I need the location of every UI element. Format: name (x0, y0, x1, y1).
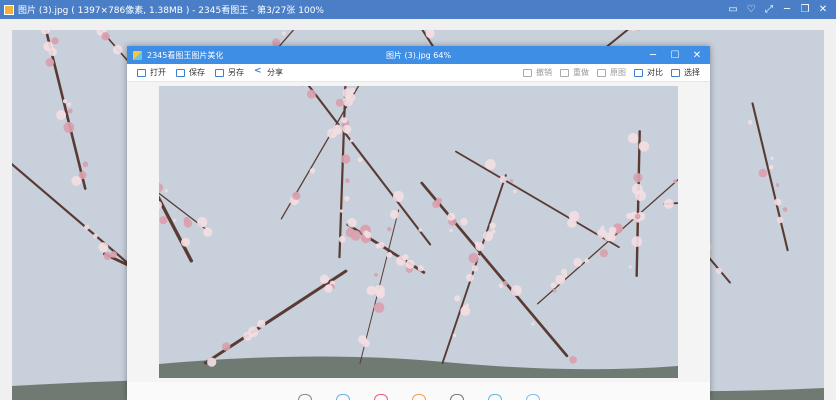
image-icon (597, 68, 606, 77)
open-button[interactable]: 打开 (137, 67, 166, 78)
filter-icon[interactable] (373, 394, 388, 400)
save-as-button[interactable]: 另存 (215, 67, 244, 78)
app-icon (4, 4, 14, 15)
undo-icon (523, 68, 532, 77)
skin-icon[interactable]: ♡ (742, 0, 760, 19)
sticker-icon[interactable] (525, 394, 540, 400)
open-label: 打开 (150, 68, 166, 77)
crop-icon[interactable] (297, 394, 312, 400)
editor-canvas (127, 82, 710, 382)
redo-icon (560, 68, 569, 77)
minimize-icon[interactable]: ─ (642, 46, 664, 64)
save-button[interactable]: 保存 (176, 67, 205, 78)
close-icon[interactable]: ✕ (686, 46, 708, 64)
editor-window-controls: ─ ☐ ✕ (642, 46, 708, 64)
fullscreen-icon[interactable]: ⤢ (760, 0, 778, 19)
maximize-icon[interactable]: ☐ (664, 46, 686, 64)
editor-logo-icon (133, 50, 142, 60)
mosaic-icon[interactable] (487, 394, 502, 400)
viewer-titlebar: 图片 (3).jpg ( 1397×786像素, 1.38MB ) - 2345… (0, 0, 836, 19)
redo-label: 重做 (573, 68, 589, 77)
viewer-window-title: 图片 (3).jpg ( 1397×786像素, 1.38MB ) - 2345… (18, 6, 324, 16)
toolbar-right-group: 撤销 重做 原图 对比 选择 (515, 64, 700, 81)
save-label: 保存 (189, 68, 205, 77)
editor-bottom-tools (127, 382, 710, 400)
editor-titlebar: 2345看图王图片美化 图片 (3).jpg 64% ─ ☐ ✕ (127, 46, 710, 64)
store-icon[interactable]: ▭ (724, 0, 742, 19)
select-button[interactable]: 选择 (671, 67, 700, 78)
editor-app-title: 2345看图王图片美化 (147, 50, 224, 60)
editor-photo[interactable] (159, 86, 678, 378)
frame-icon[interactable] (411, 394, 426, 400)
select-icon (671, 68, 680, 77)
share-label: 分享 (267, 68, 283, 77)
save-as-label: 另存 (228, 68, 244, 77)
folder-icon (137, 68, 146, 77)
save-as-icon (215, 68, 224, 77)
undo-label: 撤销 (536, 68, 552, 77)
compare-icon (634, 68, 643, 77)
save-icon (176, 68, 185, 77)
restore-icon[interactable]: ❐ (796, 0, 814, 19)
original-button[interactable]: 原图 (597, 67, 626, 78)
viewer-window-controls: ▭ ♡ ⤢ ─ ❐ ✕ (724, 0, 832, 19)
original-label: 原图 (610, 68, 626, 77)
select-label: 选择 (684, 68, 700, 77)
editor-window: 2345看图王图片美化 图片 (3).jpg 64% ─ ☐ ✕ 打开 保存 另… (127, 46, 710, 400)
undo-button[interactable]: 撤销 (523, 67, 552, 78)
minimize-icon[interactable]: ─ (778, 0, 796, 19)
compare-button[interactable]: 对比 (634, 67, 663, 78)
share-icon (254, 66, 263, 77)
adjust-icon[interactable] (335, 394, 350, 400)
redo-button[interactable]: 重做 (560, 67, 589, 78)
blossom-photo (159, 86, 678, 378)
compare-label: 对比 (647, 68, 663, 77)
text-icon[interactable] (449, 394, 464, 400)
close-icon[interactable]: ✕ (814, 0, 832, 19)
share-button[interactable]: 分享 (254, 66, 283, 78)
editor-toolbar: 打开 保存 另存 分享 撤销 重做 原图 (127, 64, 710, 82)
